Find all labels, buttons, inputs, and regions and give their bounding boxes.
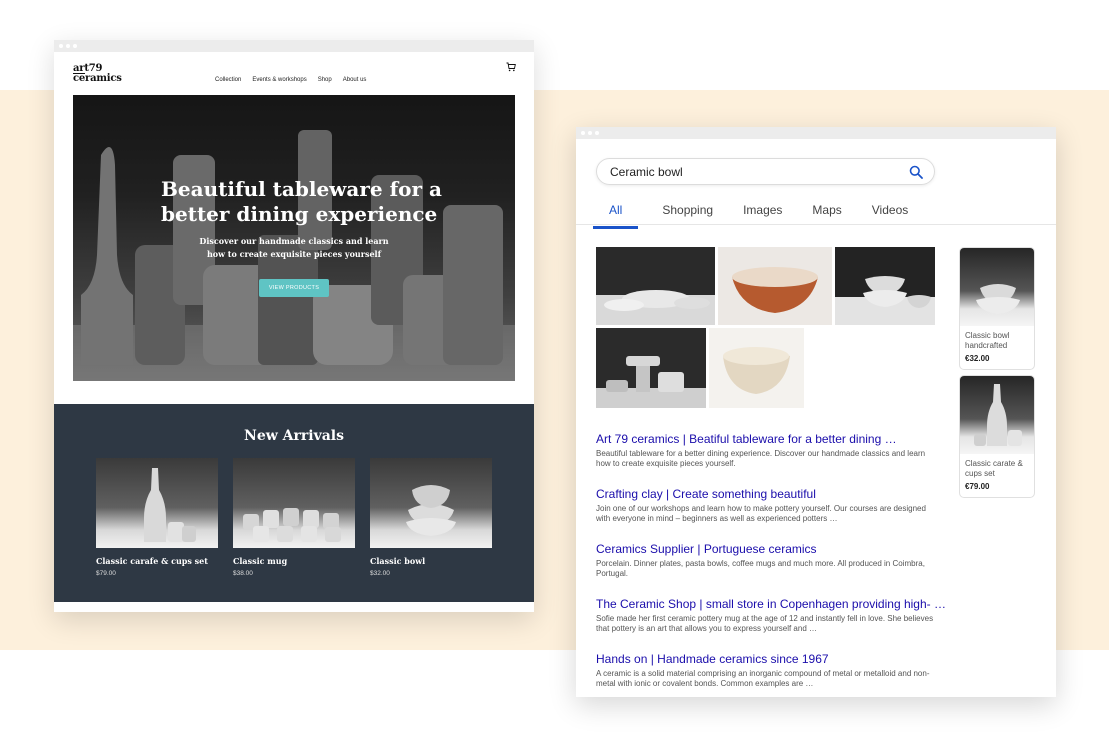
hero-subtitle: Discover our handmade classics and learn…	[199, 236, 389, 259]
result-description: Beautiful tableware for a better dining …	[596, 449, 926, 468]
shopping-image	[960, 248, 1034, 326]
result-description: Join one of our workshops and learn how …	[596, 504, 926, 523]
terracotta-bowl-photo	[718, 247, 832, 325]
product-image	[96, 458, 218, 548]
site-header: art79 ceramics Collection Events & works…	[54, 52, 534, 95]
cream-bowl-photo	[709, 328, 804, 408]
main-nav: Collection Events & workshops Shop About…	[215, 77, 366, 83]
product-name: Classic mug	[233, 556, 288, 566]
result-title[interactable]: Art 79 ceramics | Beatiful tableware for…	[596, 432, 936, 446]
hero-banner: Beautiful tableware for a better dining …	[73, 95, 515, 381]
image-result[interactable]	[835, 247, 935, 325]
product-price: $32.00	[370, 570, 390, 577]
window-dot	[595, 131, 599, 135]
product-name: Classic carafe & cups set	[96, 556, 208, 566]
window-chrome	[54, 40, 534, 52]
result-title[interactable]: Ceramics Supplier | Portuguese ceramics	[596, 542, 936, 556]
window-dot	[588, 131, 592, 135]
carafe-cups-illustration	[144, 468, 196, 542]
nav-about-us[interactable]: About us	[343, 77, 367, 83]
hero-title: Beautiful tableware for a better dining …	[161, 177, 442, 226]
bowls-photo	[596, 247, 715, 325]
nav-collection[interactable]: Collection	[215, 77, 241, 83]
mugs-illustration	[243, 508, 341, 542]
search-result[interactable]: Crafting clay | Create something beautif…	[596, 487, 936, 524]
product-card[interactable]: Classic bowl $32.00	[370, 458, 492, 577]
stacked-bowls-photo	[835, 247, 935, 325]
shopping-card[interactable]: Classic carate & cups set €79.00	[959, 375, 1035, 498]
logo-line1: art79	[73, 63, 103, 74]
shopping-image	[960, 376, 1034, 454]
product-image	[233, 458, 355, 548]
window-dot	[66, 44, 70, 48]
product-card[interactable]: Classic mug $38.00	[233, 458, 355, 577]
bowls-illustration	[406, 485, 456, 536]
product-price: $79.00	[96, 570, 116, 577]
search-input[interactable]: Ceramic bowl	[596, 158, 935, 185]
nav-events-workshops[interactable]: Events & workshops	[252, 77, 306, 83]
product-price: $38.00	[233, 570, 253, 577]
window-dot	[581, 131, 585, 135]
cart-icon[interactable]	[506, 62, 516, 72]
result-title[interactable]: The Ceramic Shop | small store in Copenh…	[596, 597, 946, 611]
nav-shop[interactable]: Shop	[318, 77, 332, 83]
window-chrome	[576, 127, 1056, 139]
result-description: Porcelain. Dinner plates, pasta bowls, c…	[596, 559, 925, 578]
search-result[interactable]: Ceramics Supplier | Portuguese ceramics …	[596, 542, 936, 579]
window-dot	[73, 44, 77, 48]
pedestal-bowls-photo	[596, 328, 706, 408]
website-window: art79 ceramics Collection Events & works…	[54, 40, 534, 612]
carafe-product-illustration	[974, 384, 1022, 446]
shopping-price: €32.00	[965, 354, 990, 363]
footer-strip	[54, 602, 534, 612]
result-title[interactable]: Hands on | Handmade ceramics since 1967	[596, 652, 936, 666]
product-image	[370, 458, 492, 548]
image-result[interactable]	[596, 247, 715, 325]
result-description: A ceramic is a solid material comprising…	[596, 669, 930, 688]
window-dot	[59, 44, 63, 48]
product-name: Classic bowl	[370, 556, 426, 566]
view-products-button[interactable]: VIEW PRODUCTS	[259, 279, 329, 297]
product-card[interactable]: Classic carafe & cups set $79.00	[96, 458, 218, 577]
image-result[interactable]	[596, 328, 706, 408]
search-icon[interactable]	[909, 165, 923, 179]
new-arrivals-section: New Arrivals ‹ › Classic carafe & cups s…	[54, 404, 534, 602]
shopping-name: Classic carate & cups set	[965, 459, 1023, 478]
site-logo[interactable]: art79 ceramics	[73, 63, 122, 84]
search-result[interactable]: Hands on | Handmade ceramics since 1967 …	[596, 652, 936, 689]
shopping-name: Classic bowl handcrafted	[965, 331, 1010, 350]
new-arrivals-title: New Arrivals	[244, 428, 344, 444]
search-query: Ceramic bowl	[610, 165, 683, 179]
logo-line2: ceramics	[73, 73, 122, 84]
image-result[interactable]	[718, 247, 832, 325]
search-window: Ceramic bowl All Shopping Images Maps Vi…	[576, 127, 1056, 697]
shopping-price: €79.00	[965, 482, 990, 491]
tabs-divider	[576, 224, 1056, 225]
result-title[interactable]: Crafting clay | Create something beautif…	[596, 487, 936, 501]
result-description: Sofie made her first ceramic pottery mug…	[596, 614, 934, 633]
search-result[interactable]: Art 79 ceramics | Beatiful tableware for…	[596, 432, 936, 469]
image-result[interactable]	[709, 328, 804, 408]
shopping-card[interactable]: Classic bowl handcrafted €32.00	[959, 247, 1035, 370]
bowl-product-illustration	[976, 284, 1020, 314]
search-result[interactable]: The Ceramic Shop | small store in Copenh…	[596, 597, 946, 634]
